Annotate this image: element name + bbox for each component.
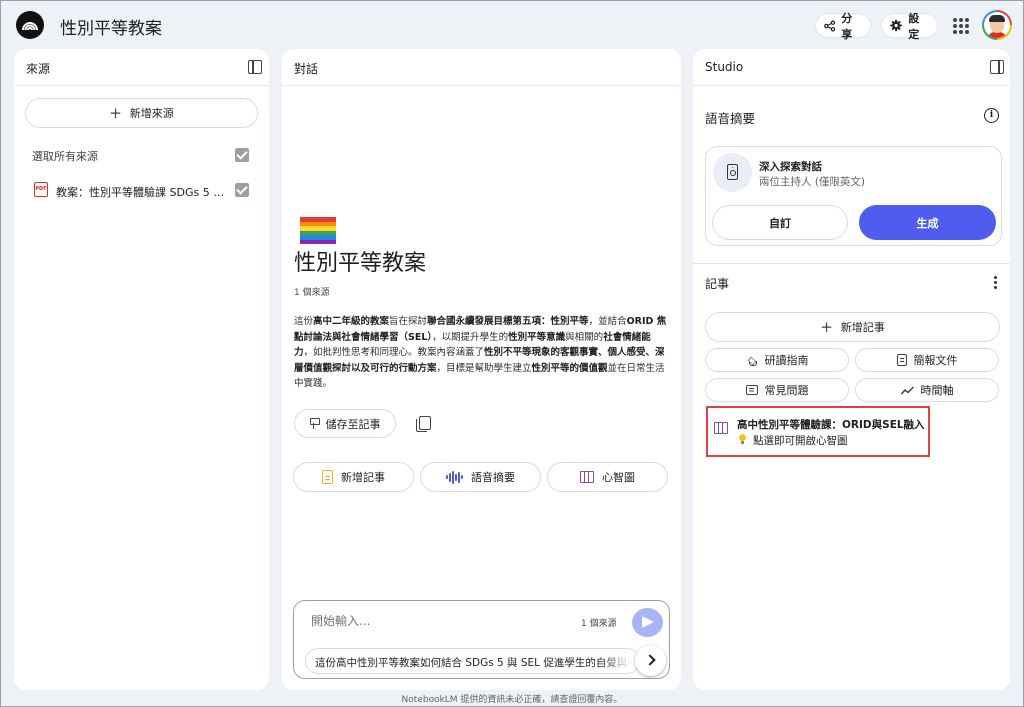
add-note-label: 新增記事 xyxy=(840,321,885,334)
summary-segment: 這份 xyxy=(294,316,314,327)
pin-icon xyxy=(309,418,320,429)
study-guide-button[interactable]: 研讀指南 xyxy=(705,348,849,372)
notes-title: 記事 xyxy=(705,277,730,291)
customize-button[interactable]: 自訂 xyxy=(712,205,848,240)
settings-label: 設定 xyxy=(908,11,920,41)
suggestion-chip[interactable]: 這份高中性別平等教案如何結合 SDGs 5 與 SEL 促進學生的自覺與行動 xyxy=(305,648,640,674)
faq-label: 常見問題 xyxy=(764,384,809,397)
map-icon xyxy=(714,422,728,434)
add-source-button[interactable]: + 新增來源 xyxy=(25,98,258,128)
share-icon xyxy=(824,19,836,32)
briefing-doc-button[interactable]: 簡報文件 xyxy=(855,348,999,372)
generate-button[interactable]: 生成 xyxy=(859,205,996,240)
add-note-button[interactable]: 新增記事 xyxy=(293,462,414,492)
disclaimer-footer: NotebookLM 提供的資訊未必正確，請查證回覆內容。 xyxy=(401,695,623,705)
summary-segment: ，如批判性思考和同理心。教案內容涵蓋了 xyxy=(303,347,485,358)
notebook-summary: 這份高中二年級的教案旨在探討聯合國永續發展目標第五項：性別平等，並結合ORID … xyxy=(294,314,669,392)
deep-dive-subtitle: 兩位主持人 (僅限英文) xyxy=(759,176,866,188)
chat-input-box: 1 個來源 這份高中性別平等教案如何結合 SDGs 5 與 SEL 促進學生的自… xyxy=(293,600,670,679)
select-all-checkbox[interactable] xyxy=(235,148,249,162)
document-icon xyxy=(896,354,907,366)
collapse-panel-icon[interactable] xyxy=(248,60,262,74)
chat-panel: 對話 性別平等教案 1 個來源 這份高中二年級的教案旨在探討聯合國永續發展目標第… xyxy=(282,49,681,690)
note-icon xyxy=(322,470,333,484)
mind-map-note-title: 高中性別平等體驗課：ORID與SEL融入 xyxy=(737,419,925,431)
speaker-icon xyxy=(713,153,752,192)
user-avatar[interactable] xyxy=(982,10,1012,40)
map-icon xyxy=(580,471,594,483)
summary-segment: 聯合國永續發展目標第五項：性別平等 xyxy=(427,316,589,327)
more-vert-icon[interactable] xyxy=(994,276,997,289)
chat-input[interactable] xyxy=(311,614,561,628)
select-all-label: 選取所有來源 xyxy=(32,150,98,163)
summary-segment: 與相關的 xyxy=(565,331,604,343)
sources-title: 來源 xyxy=(26,62,51,76)
studio-panel: Studio 語音摘要 i 深入探索對話 兩位主持人 (僅限英文) 自訂 生成 … xyxy=(693,49,1010,690)
timeline-label: 時間軸 xyxy=(920,384,954,397)
add-note-button[interactable]: + 新增記事 xyxy=(705,312,1000,342)
timeline-button[interactable]: 時間軸 xyxy=(855,378,999,402)
sources-header: 來源 xyxy=(14,49,269,86)
copy-icon[interactable] xyxy=(416,416,431,432)
settings-button[interactable]: 設定 xyxy=(881,12,938,41)
briefing-doc-label: 簡報文件 xyxy=(913,354,958,367)
audio-wave-icon xyxy=(445,470,464,484)
chevron-right-icon[interactable] xyxy=(635,645,666,676)
collapse-panel-icon[interactable] xyxy=(990,60,1004,74)
top-bar: 性別平等教案 分享 設定 xyxy=(1,1,1023,49)
mind-map-label: 心智圖 xyxy=(602,471,635,484)
add-source-label: 新增來源 xyxy=(129,107,174,120)
summary-segment: 高中二年級的教案 xyxy=(313,316,390,327)
studio-title: Studio xyxy=(705,60,744,74)
audio-section-title: 語音摘要 xyxy=(705,111,756,126)
studio-header: Studio xyxy=(693,49,1010,86)
summary-segment: ，以期提升學生的 xyxy=(432,331,509,343)
suggestion-fade xyxy=(599,649,639,673)
save-to-note-button[interactable]: 儲存至記事 xyxy=(294,409,396,438)
input-source-count: 1 個來源 xyxy=(581,619,617,629)
add-note-label: 新增記事 xyxy=(341,471,385,484)
audio-overview-label: 語音摘要 xyxy=(471,471,516,484)
source-item[interactable]: PDF 教案：性別平等體驗課 SDGs 5 X SEL xyxy=(14,179,269,201)
plus-icon: + xyxy=(820,317,833,336)
notebook-title[interactable]: 性別平等教案 xyxy=(60,14,162,39)
summary-segment: ，目標是幫助學生建立 xyxy=(436,362,532,374)
graduation-cap-icon xyxy=(746,356,758,366)
summary-segment: 性別平等意識 xyxy=(508,331,566,343)
notebook-heading: 性別平等教案 xyxy=(294,251,427,276)
save-note-label: 儲存至記事 xyxy=(325,417,381,431)
source-count: 1 個來源 xyxy=(294,288,330,298)
mind-map-note-hint: 點選即可開啟心智圖 xyxy=(753,435,848,447)
faq-button[interactable]: 常見問題 xyxy=(705,378,849,402)
mind-map-note[interactable]: 高中性別平等體驗課：ORID與SEL融入 點選即可開啟心智圖 xyxy=(706,406,930,457)
gear-icon xyxy=(890,19,902,32)
summary-segment: 旨在探討 xyxy=(389,316,428,327)
plus-icon: + xyxy=(109,103,122,122)
deep-dive-title: 深入探索對話 xyxy=(759,161,822,173)
chat-header: 對話 xyxy=(282,49,681,86)
study-guide-label: 研讀指南 xyxy=(764,354,809,367)
source-name: 教案：性別平等體驗課 SDGs 5 X SEL xyxy=(56,186,228,199)
divider xyxy=(693,263,1010,264)
info-icon[interactable]: i xyxy=(984,108,999,123)
suggestion-text: 這份高中性別平等教案如何結合 SDGs 5 與 SEL 促進學生的自覺與行動 xyxy=(315,657,640,669)
notebooklm-logo-icon[interactable] xyxy=(16,11,44,39)
source-checkbox[interactable] xyxy=(235,183,249,197)
audio-overview-card: 深入探索對話 兩位主持人 (僅限英文) 自訂 生成 xyxy=(705,146,1002,246)
send-button[interactable] xyxy=(632,608,663,637)
sources-panel: 來源 + 新增來源 選取所有來源 PDF 教案：性別平等體驗課 SDGs 5 X… xyxy=(14,49,269,690)
chat-title: 對話 xyxy=(294,62,319,76)
share-label: 分享 xyxy=(841,11,853,41)
pdf-icon: PDF xyxy=(34,182,48,197)
lightbulb-icon xyxy=(739,434,746,444)
apps-grid-icon[interactable] xyxy=(953,18,969,34)
rainbow-flag-icon xyxy=(300,217,336,244)
summary-segment: ，並結合 xyxy=(588,316,627,327)
audio-overview-button[interactable]: 語音摘要 xyxy=(420,462,541,492)
timeline-icon xyxy=(900,385,914,395)
chat-bubble-icon xyxy=(745,385,758,395)
summary-segment: 性別平等的價值觀 xyxy=(531,362,608,374)
mind-map-button[interactable]: 心智圖 xyxy=(547,462,668,492)
share-button[interactable]: 分享 xyxy=(815,12,871,41)
